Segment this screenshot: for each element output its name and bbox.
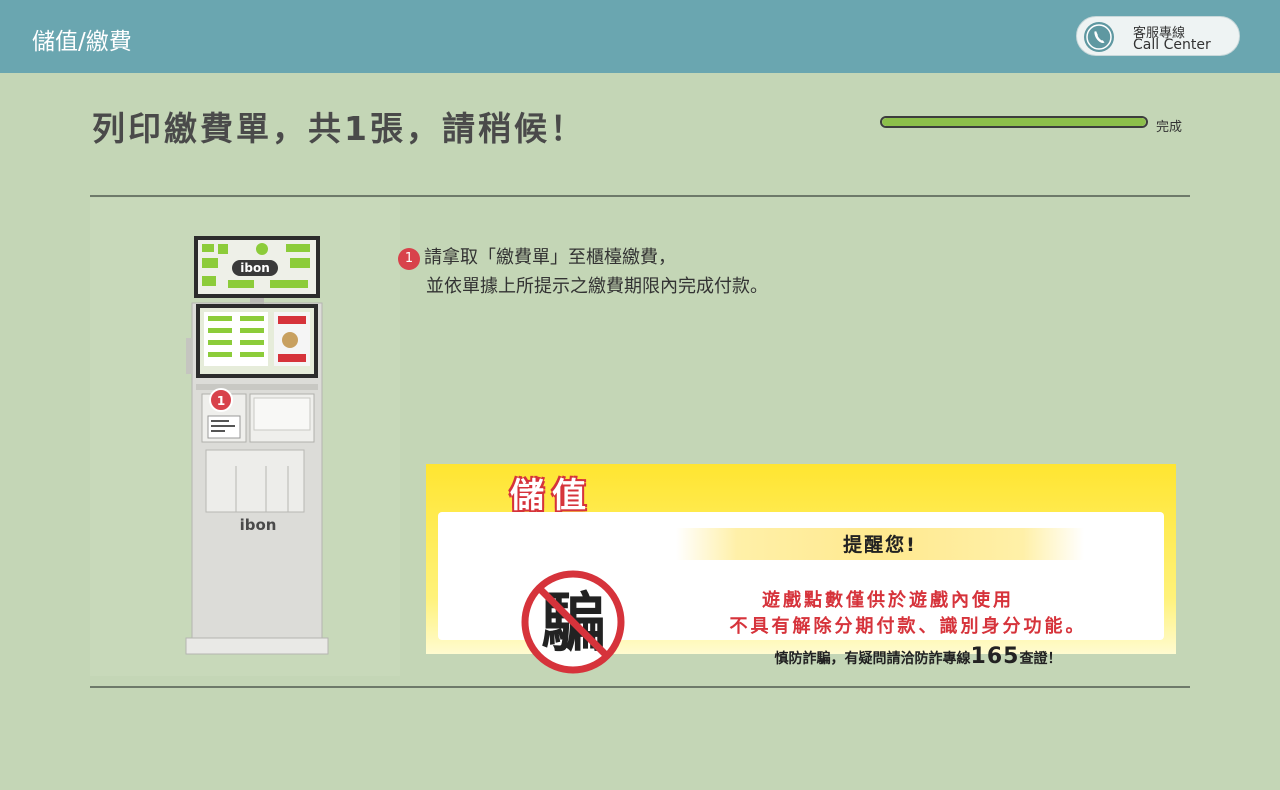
progress-fill <box>882 118 1146 126</box>
kiosk-illustration-panel: ibon 1 ibon <box>90 198 400 676</box>
divider-top <box>90 195 1190 197</box>
warning-line-1: 遊戲點數僅供於遊戲內使用 <box>762 590 1014 611</box>
instruction-text-2: 並依單據上所提示之繳費期限內完成付款。 <box>426 276 768 297</box>
banner-tag: 儲值 <box>510 476 594 516</box>
call-center-label-en: Call Center <box>1133 37 1211 53</box>
hotline-suffix: 查證！ <box>1019 651 1062 667</box>
banner-card: 提醒您! 騙 遊戲點數僅供於遊戲內使用 不具有解除分期付款、識別身分功能。 慎防… <box>438 512 1164 674</box>
phone-icon <box>1084 22 1114 52</box>
top-bar: 儲值/繳費 客服專線 Call Center <box>0 0 1280 73</box>
page-title: 列印繳費單，共1張，請稍候！ <box>92 109 586 148</box>
kiosk-screen-logo: ibon <box>240 261 270 275</box>
instruction-text-1: 請拿取「繳費單」至櫃檯繳費， <box>424 247 676 268</box>
progress-label: 完成 <box>1156 120 1183 135</box>
kiosk-step-marker: 1 <box>217 394 225 408</box>
reminder-heading: 提醒您! <box>843 534 917 556</box>
kiosk-body-logo: ibon <box>240 516 277 534</box>
anti-fraud-banner: 儲值 提醒您! 騙 遊戲點數僅供於遊戲內使用 不具有解除分期付款、識別身分功能。… <box>426 464 1176 674</box>
kiosk-illustration: ibon 1 ibon <box>185 236 329 655</box>
instructions: 1 請拿取「繳費單」至櫃檯繳費， 並依單據上所提示之繳費期限內完成付款。 <box>398 243 768 301</box>
hotline-text: 慎防詐騙，有疑問請洽防詐專線165查證！ <box>708 644 1128 669</box>
warning-line-2: 不具有解除分期付款、識別身分功能。 <box>729 616 1087 637</box>
breadcrumb: 儲值/繳費 <box>32 29 132 55</box>
no-fraud-icon: 騙 <box>521 570 625 674</box>
hotline-prefix: 慎防詐騙，有疑問請洽防詐專線 <box>774 651 971 667</box>
hotline-number: 165 <box>970 644 1020 669</box>
instruction-line-1: 1 請拿取「繳費單」至櫃檯繳費， <box>398 243 768 272</box>
call-center-button[interactable]: 客服專線 Call Center <box>1076 16 1240 56</box>
progress-bar <box>880 116 1148 128</box>
step-badge: 1 <box>398 248 420 270</box>
divider-bottom <box>90 686 1190 688</box>
